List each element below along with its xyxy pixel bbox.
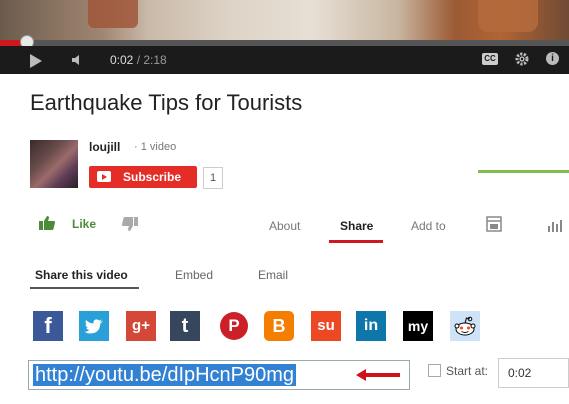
time-separator: / (133, 53, 144, 67)
myspace-share-icon[interactable]: my (403, 311, 433, 341)
video-title: Earthquake Tips for Tourists (30, 90, 303, 115)
tab-add-to[interactable]: Add to (411, 219, 446, 233)
share-url-input[interactable]: http://youtu.be/dIpHcnP90mg (28, 360, 410, 390)
twitter-share-icon[interactable] (79, 311, 109, 341)
captions-icon[interactable]: CC (482, 53, 498, 65)
tab-embed[interactable]: Embed (175, 268, 213, 282)
google-plus-share-icon[interactable]: g+ (126, 311, 156, 341)
like-button[interactable]: Like (72, 217, 96, 231)
tab-share-this-video[interactable]: Share this video (35, 268, 128, 282)
tumblr-share-icon[interactable]: t (170, 311, 200, 341)
stumbleupon-share-icon[interactable]: su (311, 311, 341, 341)
start-at-checkbox[interactable] (428, 364, 441, 377)
pinterest-logo: P (220, 312, 248, 340)
thumbs-down-icon[interactable] (122, 217, 138, 231)
start-at-label: Start at: (446, 364, 489, 378)
youtube-logo-icon (97, 171, 111, 182)
gear-icon[interactable] (514, 51, 530, 67)
subscriber-count: 1 (203, 167, 223, 189)
like-ratio-bar (478, 170, 569, 173)
video-frame-object (88, 0, 138, 28)
subscribe-button[interactable]: Subscribe (89, 166, 197, 188)
facebook-share-icon[interactable]: f (33, 311, 63, 341)
thumbs-up-icon[interactable] (39, 216, 55, 230)
tab-share[interactable]: Share (340, 219, 373, 233)
reddit-alien-icon (454, 316, 476, 336)
start-at-input[interactable]: 0:02 (498, 358, 569, 388)
reddit-share-icon[interactable] (450, 311, 480, 341)
total-time: 2:18 (143, 53, 167, 67)
channel-username[interactable]: loujill (89, 140, 120, 154)
twitter-bird-icon (84, 319, 103, 334)
video-count[interactable]: · 1 video (134, 141, 176, 153)
avatar[interactable] (30, 140, 78, 188)
pinterest-share-icon[interactable]: P (219, 311, 249, 341)
tab-email[interactable]: Email (258, 268, 288, 282)
time-display: 0:02 / 2:18 (110, 53, 167, 67)
info-icon[interactable]: i (546, 52, 559, 65)
play-icon[interactable] (30, 54, 42, 68)
share-url-text[interactable]: http://youtu.be/dIpHcnP90mg (33, 364, 297, 386)
tab-about[interactable]: About (269, 219, 300, 233)
red-arrow-annotation-icon (356, 369, 400, 381)
statistics-icon[interactable] (547, 218, 565, 232)
linkedin-share-icon[interactable]: in (356, 311, 386, 341)
subscribe-label: Subscribe (123, 170, 182, 184)
current-time: 0:02 (110, 53, 134, 67)
video-frame-object (478, 0, 538, 32)
active-tab-indicator (329, 240, 383, 243)
active-subtab-indicator (30, 287, 139, 289)
transcript-icon[interactable] (486, 216, 502, 232)
blogger-share-icon[interactable]: B (264, 311, 294, 341)
volume-icon[interactable] (70, 52, 86, 68)
